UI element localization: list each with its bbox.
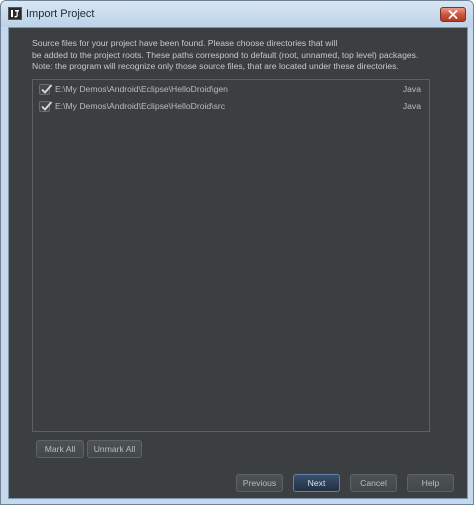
- root-checkbox[interactable]: [39, 101, 53, 112]
- intellij-app-icon: [8, 7, 22, 20]
- instructions-line: be added to the project roots. These pat…: [32, 49, 419, 60]
- source-roots-list[interactable]: E:\My Demos\Android\Eclipse\HelloDroid\g…: [32, 79, 430, 432]
- help-button[interactable]: Help: [407, 474, 454, 492]
- root-checkbox[interactable]: [39, 84, 53, 95]
- source-root-row[interactable]: E:\My Demos\Android\Eclipse\HelloDroid\g…: [33, 81, 429, 98]
- root-type: Java: [402, 101, 421, 111]
- previous-button[interactable]: Previous: [236, 474, 283, 492]
- close-button[interactable]: [440, 7, 466, 22]
- close-icon: [448, 10, 458, 19]
- source-root-row[interactable]: E:\My Demos\Android\Eclipse\HelloDroid\s…: [33, 98, 429, 115]
- instructions-line: Note: the program will recognize only th…: [32, 61, 399, 71]
- next-button[interactable]: Next: [293, 474, 340, 492]
- title-bar[interactable]: Import Project: [1, 1, 473, 27]
- window-title: Import Project: [26, 8, 95, 20]
- dialog-content: Source files for your project have been …: [8, 27, 468, 499]
- checkmark-icon: [41, 84, 53, 94]
- cancel-button[interactable]: Cancel: [350, 474, 397, 492]
- instructions-text: Source files for your project have been …: [32, 38, 452, 73]
- instructions-line: Source files for your project have been …: [32, 38, 338, 48]
- mark-all-button[interactable]: Mark All: [36, 440, 84, 458]
- import-project-dialog: Import Project Source files for your pro…: [0, 0, 474, 505]
- root-path: E:\My Demos\Android\Eclipse\HelloDroid\g…: [55, 84, 228, 94]
- unmark-all-button[interactable]: Unmark All: [87, 440, 142, 458]
- root-path: E:\My Demos\Android\Eclipse\HelloDroid\s…: [55, 101, 226, 111]
- checkmark-icon: [41, 101, 53, 111]
- root-type: Java: [402, 84, 421, 94]
